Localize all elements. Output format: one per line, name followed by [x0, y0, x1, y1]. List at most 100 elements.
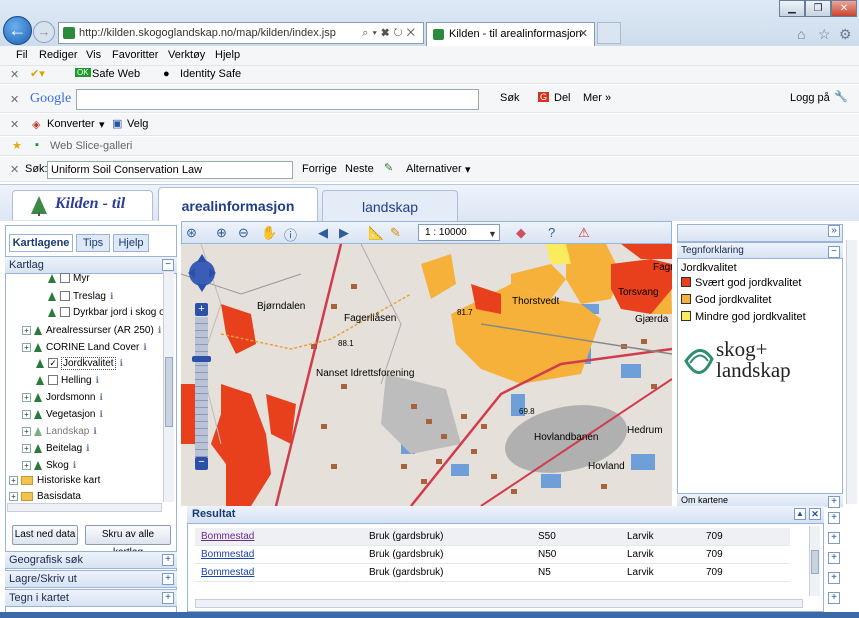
expand-icon[interactable]: + — [22, 460, 31, 470]
find-bar-close-icon[interactable]: ✕ — [10, 163, 19, 176]
result-scroll-thumb[interactable] — [811, 550, 819, 574]
legend-toggle-button[interactable]: − — [828, 246, 840, 258]
info-icon[interactable]: ℹ — [93, 426, 96, 436]
section-geografisk-sok[interactable]: Geografisk søk + — [5, 551, 177, 569]
close-window-button[interactable]: ✕ — [831, 0, 857, 17]
folder-historiske-kart[interactable]: + Historiske kart — [9, 473, 100, 490]
tree-scroll-thumb[interactable] — [165, 357, 173, 427]
result-close-button[interactable]: ✕ — [809, 508, 821, 520]
web-slice-gallery-link[interactable]: Web Slice-galleri — [50, 140, 132, 152]
tree-scrollbar[interactable] — [163, 272, 174, 502]
info-icon[interactable]: ℹ — [86, 443, 89, 453]
info-icon[interactable]: ℹ — [99, 392, 102, 402]
layer-checkbox-checked[interactable]: ✓ — [48, 358, 58, 369]
table-row[interactable]: Bommestad Bruk (gardsbruk) N5 Larvik 709 — [195, 564, 790, 582]
address-controls-icon[interactable]: ⌕▾✖↻✕ — [362, 23, 419, 43]
menu-hjelp[interactable]: Hjelp — [215, 49, 240, 61]
forward-button[interactable]: → — [33, 21, 55, 43]
download-data-button[interactable]: Last ned data — [12, 525, 78, 545]
result-link[interactable]: Bommestad — [201, 531, 254, 542]
tab-arealinformasjon[interactable]: arealinformasjon — [158, 187, 318, 221]
expand-icon[interactable]: + — [22, 325, 31, 335]
layer-helling[interactable]: Helling ℹ — [36, 372, 99, 389]
result-collapse-button[interactable]: ▲ — [794, 508, 806, 520]
favorites-star-icon[interactable]: ☆ — [818, 26, 831, 43]
convert-button[interactable]: Konverter — [47, 118, 95, 130]
pan-control[interactable] — [187, 252, 217, 294]
expand-icon[interactable]: + — [22, 409, 31, 419]
maximize-button[interactable]: ❐ — [805, 0, 831, 17]
safe-web-button[interactable]: Safe Web — [92, 68, 140, 80]
address-bar[interactable]: http://kilden.skogoglandskap.no/map/kild… — [58, 22, 424, 44]
layer-checkbox[interactable] — [60, 291, 70, 302]
layer-checkbox[interactable] — [60, 307, 70, 318]
section-tegn[interactable]: Tegn i kartet + — [5, 589, 177, 607]
expand-icon[interactable]: + — [9, 475, 18, 485]
info-icon[interactable]: ℹ — [96, 375, 99, 385]
expand-button[interactable]: + — [162, 573, 174, 585]
menu-favoritter[interactable]: Favoritter — [112, 49, 158, 61]
google-search-button[interactable]: Søk — [500, 92, 520, 104]
home-icon[interactable]: ⌂ — [797, 26, 805, 42]
select-button[interactable]: Velg — [127, 118, 148, 130]
expand-icon[interactable]: + — [22, 443, 31, 453]
tab-hjelp[interactable]: Hjelp — [113, 234, 149, 252]
layer-myr[interactable]: Myr — [48, 271, 90, 288]
next-extent-icon[interactable]: ▶ — [339, 225, 349, 241]
info-icon[interactable]: ℹ — [100, 409, 103, 419]
side-expand-1[interactable]: + — [828, 496, 840, 508]
info-icon[interactable]: ℹ — [73, 460, 76, 470]
browser-tab-active[interactable]: Kilden - til arealinformasjon ✕ — [426, 22, 595, 46]
find-options-button[interactable]: Alternativer — [406, 163, 462, 175]
find-options-dropdown-icon[interactable]: ▾ — [465, 163, 471, 176]
layer-landskap[interactable]: + Landskap ℹ — [22, 423, 97, 440]
expand-icon[interactable]: + — [22, 392, 31, 402]
layer-jordkvalitet[interactable]: ✓ Jordkvalitet ℹ — [36, 355, 123, 372]
google-search-input[interactable] — [76, 89, 479, 110]
layer-corine[interactable]: + CORINE Land Cover ℹ — [22, 339, 147, 356]
tab-kartlagene[interactable]: Kartlagene — [9, 234, 73, 252]
kartlag-collapse-button[interactable]: − — [162, 259, 174, 271]
measure-distance-icon[interactable]: 📐 — [368, 225, 384, 241]
toolbar-close-icon[interactable]: ✕ — [10, 68, 19, 81]
layer-checkbox[interactable] — [48, 375, 58, 386]
side-expand-4[interactable]: + — [828, 552, 840, 564]
section-lagre[interactable]: Lagre/Skriv ut + — [5, 570, 177, 588]
layer-beitelag[interactable]: + Beitelag ℹ — [22, 440, 90, 457]
layer-skog[interactable]: + Skog ℹ — [22, 457, 76, 474]
tab-tips[interactable]: Tips — [76, 234, 110, 252]
zoom-slider-handle[interactable] — [192, 356, 211, 362]
minimize-button[interactable]: ▁ — [779, 0, 805, 17]
more-button[interactable]: Mer » — [583, 92, 611, 104]
identity-safe-button[interactable]: Identity Safe — [180, 68, 241, 80]
previous-extent-icon[interactable]: ◀ — [318, 225, 328, 241]
google-toolbar-close-icon[interactable]: ✕ — [10, 93, 19, 106]
expand-button[interactable]: + — [162, 592, 174, 604]
check-icon[interactable]: ✔▾ — [30, 67, 45, 80]
new-tab-button[interactable] — [597, 22, 621, 44]
expand-icon[interactable]: + — [22, 342, 31, 352]
layer-jordsmonn[interactable]: + Jordsmonn ℹ — [22, 389, 103, 406]
tree-hscrollbar[interactable] — [7, 503, 162, 512]
convert-dropdown-icon[interactable]: ▾ — [99, 118, 105, 131]
info-icon[interactable]: ℹ — [158, 325, 161, 335]
scale-dropdown-icon[interactable]: ▼ — [488, 229, 497, 239]
map-canvas[interactable]: Bjørndalen Fagerliåsen Thorstvedt Torsva… — [181, 244, 672, 506]
favorites-star-add-icon[interactable]: ★ — [12, 139, 22, 152]
menu-vis[interactable]: Vis — [86, 49, 101, 61]
menu-fil[interactable]: Fil — [16, 49, 28, 61]
identify-info-icon[interactable]: ⓘ — [284, 225, 297, 244]
zoom-out-icon[interactable]: ⊖ — [238, 225, 249, 241]
zoom-slider[interactable] — [195, 317, 208, 457]
highlight-icon[interactable]: ✎ — [384, 161, 393, 174]
pan-hand-icon[interactable]: ✋ — [261, 225, 277, 241]
layer-arealressurser[interactable]: + Arealressurser (AR 250) ℹ — [22, 322, 161, 339]
table-row[interactable]: Bommestad Bruk (gardsbruk) S50 Larvik 709 — [195, 528, 790, 546]
wrench-icon[interactable]: 🔧 — [834, 90, 848, 103]
find-prev-button[interactable]: Forrige — [302, 163, 337, 175]
result-link[interactable]: Bommestad — [201, 567, 254, 578]
info-icon[interactable]: ℹ — [120, 358, 123, 368]
menu-rediger[interactable]: Rediger — [39, 49, 78, 61]
layer-treslag[interactable]: Treslag ℹ — [48, 288, 113, 305]
tab-close-icon[interactable]: ✕ — [579, 23, 588, 45]
